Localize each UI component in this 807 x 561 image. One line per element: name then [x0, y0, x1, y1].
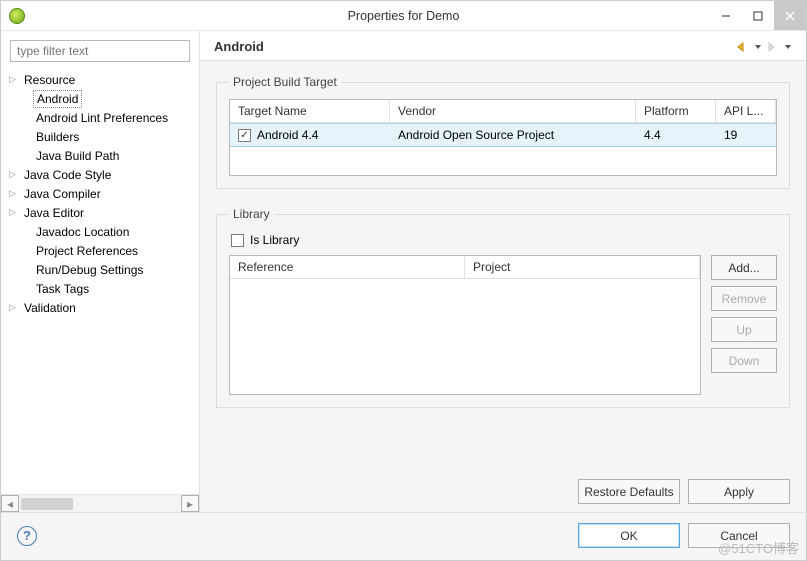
- scroll-right-icon[interactable]: ▸: [181, 495, 199, 512]
- window-title: Properties for Demo: [1, 9, 806, 23]
- table-row[interactable]: ✓ Android 4.4 Android Open Source Project4…: [230, 123, 776, 147]
- build-target-group: Project Build Target Target Name Vendor …: [216, 75, 790, 189]
- back-menu-icon[interactable]: [754, 43, 762, 51]
- tree-item-label: Validation: [21, 300, 79, 316]
- forward-menu-icon[interactable]: [784, 43, 792, 51]
- apply-button[interactable]: Apply: [688, 479, 790, 504]
- is-library-label: Is Library: [250, 233, 299, 247]
- expand-icon[interactable]: ▷: [9, 302, 21, 313]
- is-library-checkbox[interactable]: [231, 234, 244, 247]
- scroll-left-icon[interactable]: ◂: [1, 495, 19, 512]
- tree-item-validation[interactable]: ▷Validation: [3, 298, 199, 317]
- build-target-legend: Project Build Target: [229, 75, 341, 89]
- sidebar-scrollbar[interactable]: ◂ ▸: [1, 494, 199, 512]
- tree-item-label: Javadoc Location: [33, 224, 132, 240]
- tree-item-builders[interactable]: Builders: [3, 127, 199, 146]
- col-reference[interactable]: Reference: [230, 256, 465, 279]
- tree-item-label: Java Code Style: [21, 167, 114, 183]
- col-vendor[interactable]: Vendor: [390, 100, 636, 123]
- sidebar: ▷ResourceAndroidAndroid Lint Preferences…: [1, 31, 200, 512]
- target-vendor: Android Open Source Project: [390, 124, 636, 146]
- help-icon[interactable]: ?: [17, 526, 37, 546]
- target-checkbox[interactable]: ✓: [238, 129, 251, 142]
- tree-item-label: Project References: [33, 243, 141, 259]
- remove-button: Remove: [711, 286, 777, 311]
- tree-item-android[interactable]: Android: [3, 89, 199, 108]
- target-api: 19: [716, 124, 776, 146]
- tree-item-label: Task Tags: [33, 281, 92, 297]
- tree-item-label: Android Lint Preferences: [33, 110, 171, 126]
- table-row: [230, 147, 776, 175]
- tree-item-label: Java Compiler: [21, 186, 104, 202]
- down-button: Down: [711, 348, 777, 373]
- restore-defaults-button[interactable]: Restore Defaults: [578, 479, 680, 504]
- expand-icon[interactable]: ▷: [9, 169, 21, 180]
- tree-item-java-code-style[interactable]: ▷Java Code Style: [3, 165, 199, 184]
- titlebar: Properties for Demo: [1, 1, 806, 31]
- target-platform: 4.4: [636, 124, 716, 146]
- build-target-table: Target Name Vendor Platform API L... ✓ An…: [229, 99, 777, 176]
- nav-tree: ▷ResourceAndroidAndroid Lint Preferences…: [1, 68, 199, 494]
- back-icon[interactable]: [736, 41, 750, 53]
- library-group: Library Is Library Reference Project: [216, 207, 790, 408]
- tree-item-java-editor[interactable]: ▷Java Editor: [3, 203, 199, 222]
- tree-item-label: Java Build Path: [33, 148, 122, 164]
- forward-icon: [766, 41, 780, 53]
- up-button: Up: [711, 317, 777, 342]
- scroll-thumb[interactable]: [21, 498, 73, 510]
- tree-item-label: Builders: [33, 129, 82, 145]
- maximize-button[interactable]: [742, 1, 774, 30]
- tree-item-run-debug-settings[interactable]: Run/Debug Settings: [3, 260, 199, 279]
- expand-icon[interactable]: ▷: [9, 74, 21, 85]
- col-project[interactable]: Project: [465, 256, 700, 279]
- tree-item-label: Resource: [21, 72, 78, 88]
- col-target-name[interactable]: Target Name: [230, 100, 390, 123]
- tree-item-label: Android: [33, 90, 82, 108]
- tree-item-resource[interactable]: ▷Resource: [3, 70, 199, 89]
- expand-icon[interactable]: ▷: [9, 207, 21, 218]
- ok-button[interactable]: OK: [578, 523, 680, 548]
- add-button[interactable]: Add...: [711, 255, 777, 280]
- tree-item-javadoc-location[interactable]: Javadoc Location: [3, 222, 199, 241]
- close-button[interactable]: [774, 1, 806, 30]
- tree-item-project-references[interactable]: Project References: [3, 241, 199, 260]
- cancel-button[interactable]: Cancel: [688, 523, 790, 548]
- tree-item-java-compiler[interactable]: ▷Java Compiler: [3, 184, 199, 203]
- tree-item-task-tags[interactable]: Task Tags: [3, 279, 199, 298]
- tree-item-android-lint-preferences[interactable]: Android Lint Preferences: [3, 108, 199, 127]
- col-api[interactable]: API L...: [716, 100, 776, 123]
- tree-item-java-build-path[interactable]: Java Build Path: [3, 146, 199, 165]
- library-legend: Library: [229, 207, 274, 221]
- expand-icon[interactable]: ▷: [9, 188, 21, 199]
- target-name: Android 4.4: [257, 128, 318, 142]
- page-heading: Android: [214, 39, 736, 54]
- tree-item-label: Run/Debug Settings: [33, 262, 146, 278]
- tree-item-label: Java Editor: [21, 205, 87, 221]
- filter-input[interactable]: [10, 40, 190, 62]
- library-table: Reference Project: [229, 255, 701, 395]
- minimize-button[interactable]: [710, 1, 742, 30]
- col-platform[interactable]: Platform: [636, 100, 716, 123]
